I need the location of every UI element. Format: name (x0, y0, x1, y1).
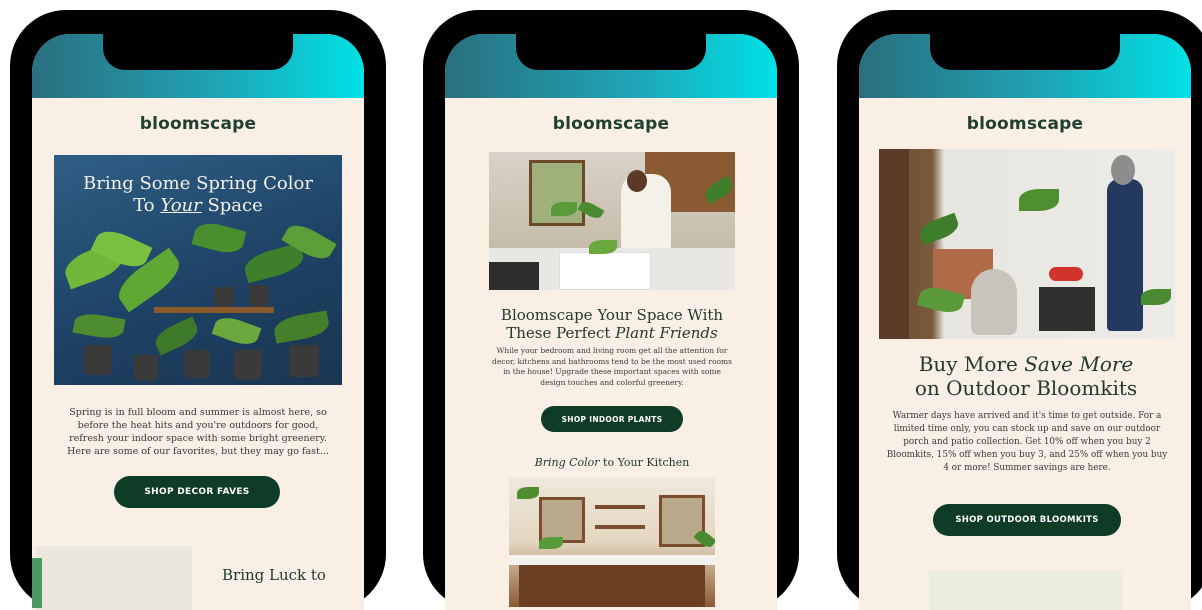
email-screen-2: bloomscape Bloomscape Your Space With Th… (445, 34, 777, 610)
shop-outdoor-bloomkits-button[interactable]: SHOP OUTDOOR BLOOMKITS (933, 504, 1121, 536)
plant-pot (289, 345, 319, 377)
open-shelf (595, 505, 645, 509)
section-heading: Bloomscape Your Space With These Perfect… (465, 306, 759, 342)
offer-heading-line-2: on Outdoor Bloomkits (914, 376, 1138, 400)
section-heading-line-1: Bloomscape Your Space With (500, 306, 724, 324)
kitchen-hero-image[interactable] (489, 152, 735, 290)
brand-logo[interactable]: bloomscape (859, 114, 1191, 134)
phone-mockup-1: bloomscape Bring Some Spring Color To Yo… (10, 10, 386, 610)
hero-title: Bring Some Spring Color To Your Space (54, 173, 342, 217)
card-heading: Bring Luck to (222, 566, 326, 584)
section-paragraph: While your bedroom and living room get a… (492, 346, 732, 387)
plant-pot (234, 350, 262, 380)
offer-heading-line-1: Buy More Save More (918, 352, 1134, 376)
email-screen-3: bloomscape Buy More Save More on Outdoor… (859, 34, 1191, 610)
plant-pot (214, 287, 234, 307)
kitchen-subheading: Bring Color to Your Kitchen (534, 456, 690, 469)
plant-pot (184, 350, 210, 378)
island-cabinet (519, 565, 705, 607)
island-counter (509, 555, 715, 565)
porch-hero-image[interactable] (879, 149, 1175, 339)
plant-leaf (916, 212, 962, 246)
window (529, 160, 585, 226)
plant-leaf (1019, 189, 1059, 211)
stone-urn (971, 269, 1017, 335)
plant-pot (249, 285, 269, 307)
shop-decor-faves-button[interactable]: SHOP DECOR FAVES (114, 476, 280, 508)
section-heading-line-2: These Perfect Plant Friends (506, 324, 718, 342)
plant-leaf (589, 240, 617, 254)
plant-pot (134, 355, 158, 381)
wood-shelf (154, 307, 274, 313)
sink (559, 252, 651, 290)
plant-pot (84, 345, 112, 375)
plant-leaf (72, 310, 126, 342)
shop-indoor-plants-button[interactable]: SHOP INDOOR PLANTS (541, 406, 683, 432)
email-screen-1: bloomscape Bring Some Spring Color To Yo… (32, 34, 364, 610)
phone-mockup-3: bloomscape Buy More Save More on Outdoor… (837, 10, 1202, 610)
person-head (1111, 155, 1135, 185)
plant-leaf (551, 202, 577, 216)
phone-notch (516, 34, 706, 70)
person-jumpsuit (1107, 179, 1143, 331)
hero-image[interactable]: Bring Some Spring Color To Your Space (54, 155, 342, 385)
phone-mockup-2: bloomscape Bloomscape Your Space With Th… (423, 10, 799, 610)
open-shelf (595, 525, 645, 529)
hero-title-line-2: To Your Space (133, 195, 263, 216)
intro-paragraph: Spring is in full bloom and summer is al… (67, 407, 329, 457)
next-image-card[interactable] (929, 570, 1123, 610)
stove (489, 262, 539, 290)
planter-box (1039, 287, 1095, 331)
plant-leaf (211, 312, 262, 350)
plant-leaf (517, 487, 539, 499)
brand-logo[interactable]: bloomscape (445, 114, 777, 134)
offer-paragraph: Warmer days have arrived and it's time t… (886, 411, 1168, 473)
kitchen-image[interactable] (509, 477, 715, 607)
plant-leaf (272, 310, 331, 344)
plant-leaf (539, 537, 563, 549)
person-head (627, 170, 647, 192)
phone-notch (930, 34, 1120, 70)
plant-leaf (191, 218, 247, 258)
porch-column (879, 149, 909, 339)
phone-notch (103, 34, 293, 70)
product-image-card[interactable] (36, 546, 192, 610)
plant-leaf (1141, 289, 1171, 305)
card-accent-bar (32, 558, 42, 608)
brand-logo[interactable]: bloomscape (32, 114, 364, 134)
offer-heading: Buy More Save More on Outdoor Bloomkits (869, 352, 1183, 400)
hero-title-line-1: Bring Some Spring Color (83, 173, 313, 194)
red-flowers (1049, 267, 1083, 281)
